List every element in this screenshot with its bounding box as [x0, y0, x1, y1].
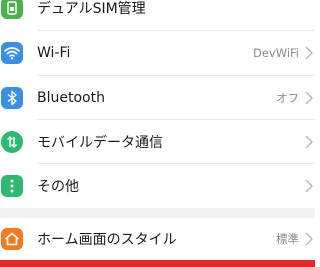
more-icon: [1, 175, 23, 197]
settings-item-dual-sim[interactable]: デュアルSIM管理: [0, 0, 315, 30]
settings-item-value: DevWiFi: [252, 46, 299, 60]
mobile-data-icon: [1, 131, 23, 153]
chevron-right-icon: [305, 135, 313, 149]
settings-item-label: その他: [37, 179, 79, 195]
settings-item-home-screen-style[interactable]: ホーム画面のスタイル 標準: [0, 217, 315, 261]
settings-item-value: オフ: [276, 91, 299, 105]
home-style-icon: [1, 228, 23, 250]
settings-item-value: 標準: [276, 232, 299, 246]
bottom-accent-bar: [0, 260, 315, 267]
bluetooth-icon: [1, 87, 23, 109]
settings-item-mobile-data[interactable]: モバイルデータ通信: [0, 120, 315, 164]
settings-item-more[interactable]: その他: [0, 164, 315, 208]
settings-item-label: ホーム画面のスタイル: [37, 232, 177, 248]
dual-sim-icon: [1, 0, 23, 19]
settings-item-label: モバイルデータ通信: [37, 135, 163, 151]
settings-item-label: デュアルSIM管理: [37, 1, 146, 17]
wifi-icon: [1, 42, 23, 64]
settings-item-label: Wi-Fi: [37, 45, 71, 61]
chevron-right-icon: [305, 179, 313, 193]
chevron-right-icon: [305, 46, 313, 60]
settings-item-wifi[interactable]: Wi-Fi DevWiFi: [0, 31, 315, 75]
chevron-right-icon: [305, 232, 313, 246]
settings-item-bluetooth[interactable]: Bluetooth オフ: [0, 76, 315, 120]
chevron-right-icon: [305, 91, 313, 105]
settings-item-label: Bluetooth: [37, 90, 105, 106]
